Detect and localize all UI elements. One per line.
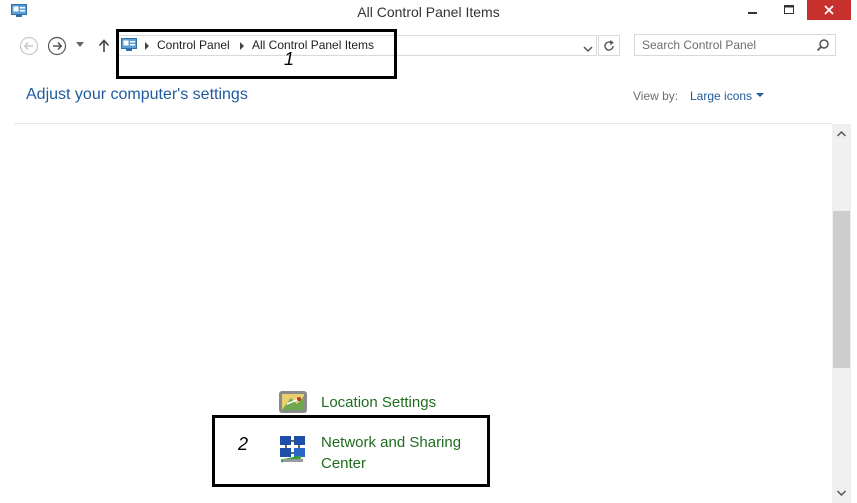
callout-number-2: 2 bbox=[238, 434, 249, 454]
location-settings-item[interactable]: Location Settings bbox=[277, 386, 436, 418]
page-title: Adjust your computer's settings bbox=[26, 86, 248, 103]
breadcrumb-separator-icon[interactable] bbox=[145, 42, 149, 50]
minimize-icon bbox=[748, 12, 757, 14]
maximize-icon bbox=[784, 5, 794, 14]
scrollbar-thumb[interactable] bbox=[833, 211, 850, 368]
breadcrumb-separator-icon[interactable] bbox=[240, 42, 244, 50]
chevron-down-icon bbox=[583, 46, 593, 53]
breadcrumb-control-panel[interactable]: Control Panel bbox=[157, 38, 230, 52]
network-sharing-icon bbox=[280, 436, 305, 463]
location-settings-icon bbox=[279, 391, 307, 413]
breadcrumb-all-items[interactable]: All Control Panel Items bbox=[252, 38, 374, 52]
scroll-down-button[interactable] bbox=[832, 485, 851, 501]
vertical-scrollbar[interactable] bbox=[832, 124, 851, 503]
search-input[interactable] bbox=[635, 35, 812, 55]
location-settings-label[interactable]: Location Settings bbox=[321, 392, 436, 413]
window-title: All Control Panel Items bbox=[357, 4, 500, 20]
address-bar[interactable]: Control Panel All Control Panel Items bbox=[116, 35, 597, 56]
address-dropdown-button[interactable] bbox=[583, 41, 593, 53]
refresh-button[interactable] bbox=[598, 35, 620, 56]
minimize-button[interactable] bbox=[738, 0, 768, 20]
chevron-down-icon bbox=[76, 42, 84, 47]
back-button[interactable] bbox=[18, 35, 40, 57]
close-button[interactable] bbox=[807, 0, 851, 20]
up-button[interactable] bbox=[96, 37, 112, 55]
control-panel-icon bbox=[121, 38, 137, 51]
title-bar: All Control Panel Items bbox=[0, 0, 857, 26]
network-sharing-center-item[interactable]: Network and Sharing Center bbox=[277, 433, 461, 472]
chevron-down-icon[interactable] bbox=[756, 93, 764, 97]
up-arrow-icon bbox=[98, 39, 110, 52]
chevron-up-icon bbox=[837, 131, 846, 137]
scroll-up-button[interactable] bbox=[832, 126, 851, 142]
header-divider bbox=[14, 123, 832, 124]
network-sharing-center-label[interactable]: Network and Sharing Center bbox=[321, 432, 491, 474]
forward-button[interactable] bbox=[46, 35, 68, 57]
view-by-label: View by: bbox=[633, 89, 679, 103]
search-box[interactable] bbox=[634, 34, 836, 56]
forward-arrow-icon bbox=[47, 36, 67, 56]
view-by-dropdown[interactable]: Large icons bbox=[690, 89, 752, 103]
recent-locations-button[interactable] bbox=[74, 39, 86, 51]
close-icon bbox=[824, 5, 834, 15]
back-arrow-icon bbox=[19, 36, 39, 56]
chevron-down-icon bbox=[837, 490, 846, 496]
refresh-icon bbox=[604, 39, 614, 51]
maximize-button[interactable] bbox=[774, 0, 804, 20]
search-icon[interactable] bbox=[816, 38, 830, 52]
callout-number-1: 1 bbox=[284, 49, 295, 69]
